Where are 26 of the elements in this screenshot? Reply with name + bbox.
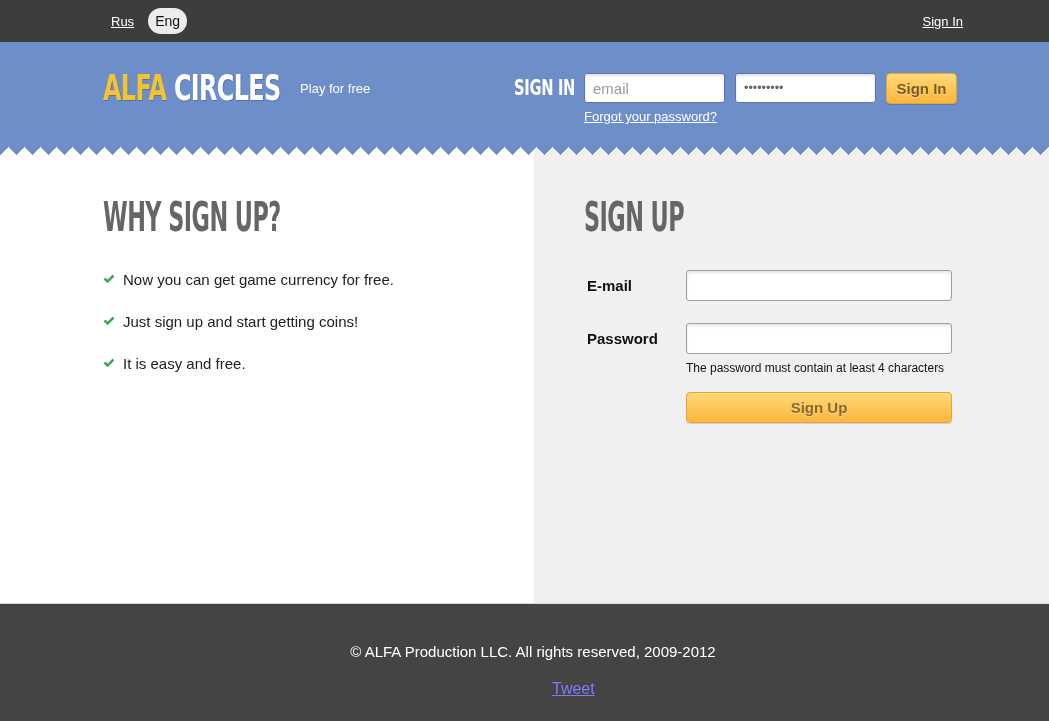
benefit-text: It is easy and free. (123, 354, 246, 372)
section-title: WHY SIGN UP? (103, 195, 281, 239)
field-label: E-mail (586, 276, 633, 296)
sign-in-title: SIGN IN (514, 75, 575, 102)
section-title: SIGN UP (584, 195, 685, 239)
check-icon (103, 316, 115, 326)
check-icon (103, 274, 115, 284)
input-field[interactable] (686, 323, 952, 354)
sign-up-button[interactable]: Sign Up (686, 392, 952, 423)
copyright-text: © ALFA Production LLC. All rights reserved, 2009-2012 (350, 643, 716, 660)
check-icon (103, 358, 115, 368)
sign-in-link[interactable]: Sign In (922, 13, 963, 29)
language-link[interactable]: Rus (111, 13, 135, 29)
forgot-password-link[interactable]: Forgot your password? (584, 109, 717, 124)
sign-in-button[interactable]: Sign In (886, 73, 957, 104)
input-field[interactable] (686, 270, 952, 301)
language-link[interactable]: Eng (148, 8, 188, 34)
email-input[interactable]: email (584, 73, 725, 103)
tweet-link[interactable]: Tweet (552, 680, 595, 697)
field-hint: The password must contain at least 4 characters (686, 361, 946, 375)
password-input[interactable]: ••••••••• (735, 73, 876, 103)
benefit-text: Just sign up and start getting coins! (123, 312, 359, 330)
field-label: Password (586, 329, 659, 349)
tagline: Play for free (300, 80, 371, 96)
logo[interactable]: ALFA CIRCLES (103, 70, 281, 106)
benefit-text: Now you can get game currency for free. (123, 270, 394, 288)
